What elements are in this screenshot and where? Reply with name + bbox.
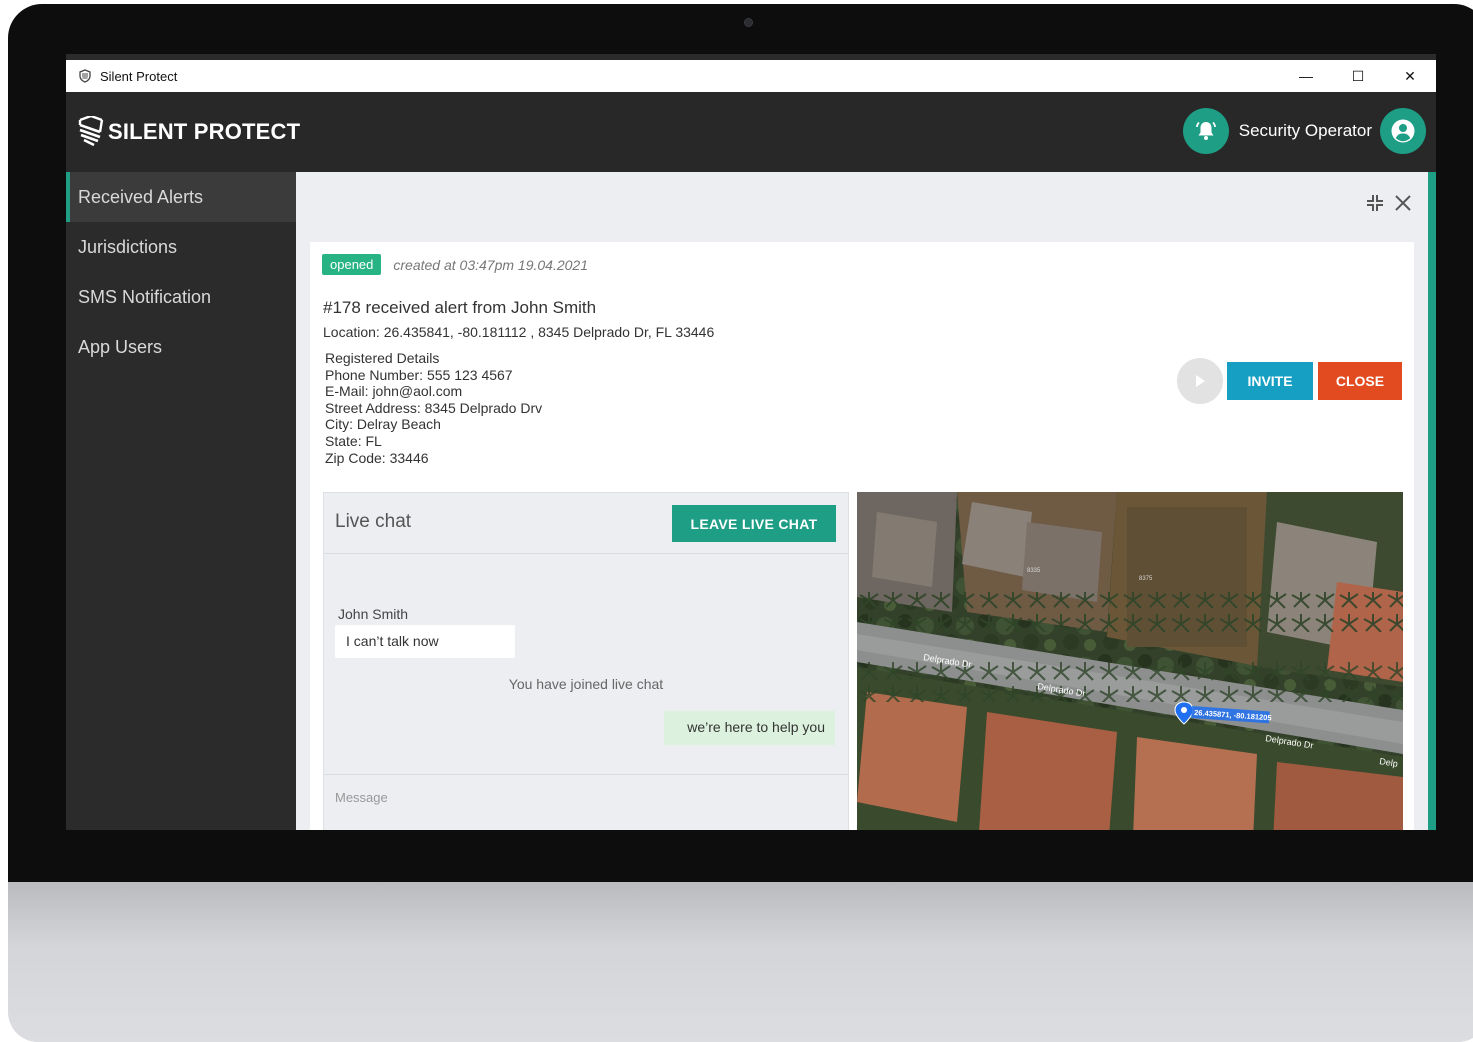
- live-chat-panel: Live chat LEAVE LIVE CHAT John Smith I c…: [323, 492, 849, 830]
- satellite-map[interactable]: Delprado Dr Delprado Dr Delprado Dr Delp…: [857, 492, 1403, 830]
- brand-name: SILENT PROTECT: [108, 119, 301, 144]
- brand-logo[interactable]: SILENT PROTECT: [78, 116, 300, 148]
- alert-title: #178 received alert from John Smith: [323, 298, 597, 317]
- alert-status-row: opened created at 03:47pm 19.04.2021: [322, 254, 588, 275]
- sidebar-item-sms-notification[interactable]: SMS Notification: [66, 272, 296, 322]
- app-header: SILENT PROTECT Security Operator: [66, 92, 1436, 172]
- sidebar-nav: Received Alerts Jurisdictions SMS Notifi…: [66, 172, 296, 830]
- chat-title: Live chat: [335, 511, 412, 532]
- panel-controls: [1366, 194, 1412, 212]
- details-city: City: Delray Beach: [325, 416, 441, 433]
- laptop-device: Silent Protect — ☐ ✕ SILENT PROTECT Secu…: [8, 4, 1473, 1042]
- message-sender: John Smith: [338, 606, 409, 622]
- alert-location: Location: 26.435841, -80.181112 , 8345 D…: [323, 324, 715, 340]
- incoming-message: I can’t talk now: [335, 625, 515, 658]
- system-message: You have joined live chat: [508, 676, 664, 692]
- details-heading: Registered Details: [325, 350, 440, 366]
- window-controls: — ☐ ✕: [1280, 60, 1436, 92]
- user-circle-icon: [1391, 119, 1415, 143]
- sidebar-item-app-users[interactable]: App Users: [66, 322, 296, 372]
- alert-created-time: created at 03:47pm 19.04.2021: [393, 256, 588, 273]
- chat-header: Live chat LEAVE LIVE CHAT: [324, 493, 848, 554]
- shield-icon: [79, 69, 91, 83]
- details-phone: Phone Number: 555 123 4567: [325, 366, 513, 383]
- close-window-button[interactable]: ✕: [1384, 60, 1436, 92]
- play-icon: [1196, 375, 1205, 387]
- user-area: Security Operator: [1182, 108, 1426, 154]
- window-titlebar: Silent Protect — ☐ ✕: [66, 60, 1436, 92]
- details-state: State: FL: [325, 432, 382, 449]
- chat-messages: John Smith I can’t talk now You have joi…: [324, 554, 848, 774]
- minimize-button[interactable]: —: [1280, 60, 1332, 92]
- message-composer: [324, 774, 848, 830]
- details-zip: Zip Code: 33446: [325, 449, 429, 466]
- message-input[interactable]: [324, 775, 848, 819]
- webcam: [744, 18, 753, 27]
- collapse-icon[interactable]: [1366, 194, 1384, 212]
- lot-label: 8375: [1139, 576, 1153, 582]
- main-content: opened created at 03:47pm 19.04.2021 #17…: [296, 172, 1436, 830]
- maximize-button[interactable]: ☐: [1332, 60, 1384, 92]
- map-image: Delprado Dr Delprado Dr Delprado Dr Delp…: [857, 492, 1403, 830]
- details-street: Street Address: 8345 Delprado Drv: [325, 399, 543, 416]
- device-chin: [8, 882, 1473, 1042]
- close-alert-button[interactable]: CLOSE: [1318, 362, 1402, 400]
- shield-logo-icon: [78, 116, 104, 147]
- app-screen: Silent Protect — ☐ ✕ SILENT PROTECT Secu…: [66, 54, 1436, 830]
- invite-button[interactable]: INVITE: [1227, 362, 1313, 400]
- status-badge: opened: [322, 254, 382, 275]
- lot-label: 8335: [1027, 568, 1041, 574]
- outgoing-message: we’re here to help you: [664, 711, 835, 745]
- alert-card: opened created at 03:47pm 19.04.2021 #17…: [310, 242, 1414, 830]
- play-button[interactable]: [1177, 358, 1223, 404]
- sidebar-item-received-alerts[interactable]: Received Alerts: [66, 172, 296, 222]
- bell-icon: [1195, 121, 1216, 140]
- sidebar-item-jurisdictions[interactable]: Jurisdictions: [66, 222, 296, 272]
- close-panel-icon[interactable]: [1394, 194, 1412, 212]
- registered-details: Registered Details Phone Number: 555 123…: [325, 350, 542, 466]
- window-title: Silent Protect: [100, 68, 178, 84]
- scrollbar[interactable]: [1428, 172, 1436, 830]
- leave-live-chat-button[interactable]: LEAVE LIVE CHAT: [672, 505, 836, 542]
- avatar-button[interactable]: [1380, 108, 1426, 154]
- details-email: E-Mail: john@aol.com: [325, 383, 463, 400]
- alert-actions: INVITE CLOSE: [1177, 358, 1402, 404]
- notifications-button[interactable]: [1182, 108, 1229, 154]
- user-name[interactable]: Security Operator: [1239, 121, 1372, 141]
